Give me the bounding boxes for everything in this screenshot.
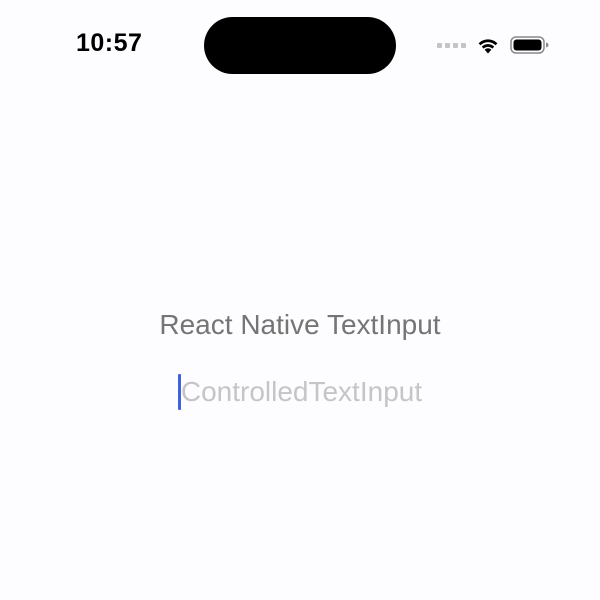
status-time: 10:57	[76, 29, 143, 57]
status-bar: 10:57	[0, 0, 600, 90]
app-screen: 10:57 ControlledTextInput	[0, 0, 600, 600]
controlled-text-input[interactable]: ControlledTextInput	[0, 372, 600, 412]
dynamic-island	[204, 17, 396, 74]
controlled-text-input-field[interactable]: ControlledTextInput	[177, 374, 423, 410]
status-icons	[437, 33, 550, 57]
cellular-signal-icon	[437, 42, 466, 48]
battery-icon	[510, 36, 549, 54]
controlled-text-input-placeholder: ControlledTextInput	[180, 376, 423, 407]
wifi-icon	[478, 39, 498, 54]
react-native-text-input[interactable]	[0, 305, 600, 345]
